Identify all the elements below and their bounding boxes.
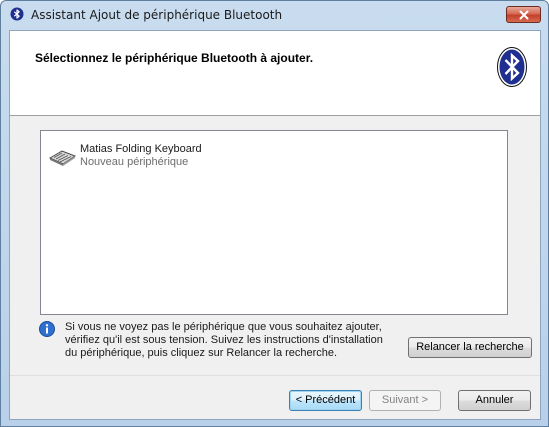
wizard-window: Assistant Ajout de périphérique Bluetoot…	[0, 0, 549, 427]
next-button[interactable]: Suivant >	[369, 390, 441, 411]
window-title: Assistant Ajout de périphérique Bluetoot…	[31, 8, 283, 22]
footer-divider	[10, 375, 540, 376]
close-button[interactable]	[506, 6, 541, 23]
device-name: Matias Folding Keyboard	[80, 143, 202, 155]
bluetooth-logo	[497, 47, 527, 87]
page-title: Sélectionnez le périphérique Bluetooth à…	[35, 51, 314, 65]
wizard-content: Sélectionnez le périphérique Bluetooth à…	[9, 30, 541, 420]
info-line-3: du périphérique, puis cliquez sur Relanc…	[65, 347, 338, 359]
wizard-header: Sélectionnez le périphérique Bluetooth à…	[10, 31, 540, 116]
keyboard-icon	[48, 150, 77, 166]
bluetooth-icon	[10, 7, 24, 21]
device-list[interactable]: Matias Folding Keyboard Nouveau périphér…	[40, 130, 508, 315]
device-status: Nouveau périphérique	[80, 156, 189, 168]
previous-button[interactable]: < Précédent	[289, 390, 362, 411]
info-line-1: Si vous ne voyez pas le périphérique que…	[65, 321, 382, 333]
cancel-button[interactable]: Annuler	[458, 390, 531, 411]
list-item[interactable]: Matias Folding Keyboard Nouveau périphér…	[45, 142, 345, 172]
info-icon	[39, 321, 55, 337]
info-message: Si vous ne voyez pas le périphérique que…	[65, 321, 410, 360]
info-line-2: vérifiez qu'il est sous tension. Suivez …	[65, 334, 383, 346]
title-bar[interactable]: Assistant Ajout de périphérique Bluetoot…	[1, 1, 548, 29]
close-icon	[519, 10, 529, 20]
restart-search-button[interactable]: Relancer la recherche	[408, 337, 532, 358]
